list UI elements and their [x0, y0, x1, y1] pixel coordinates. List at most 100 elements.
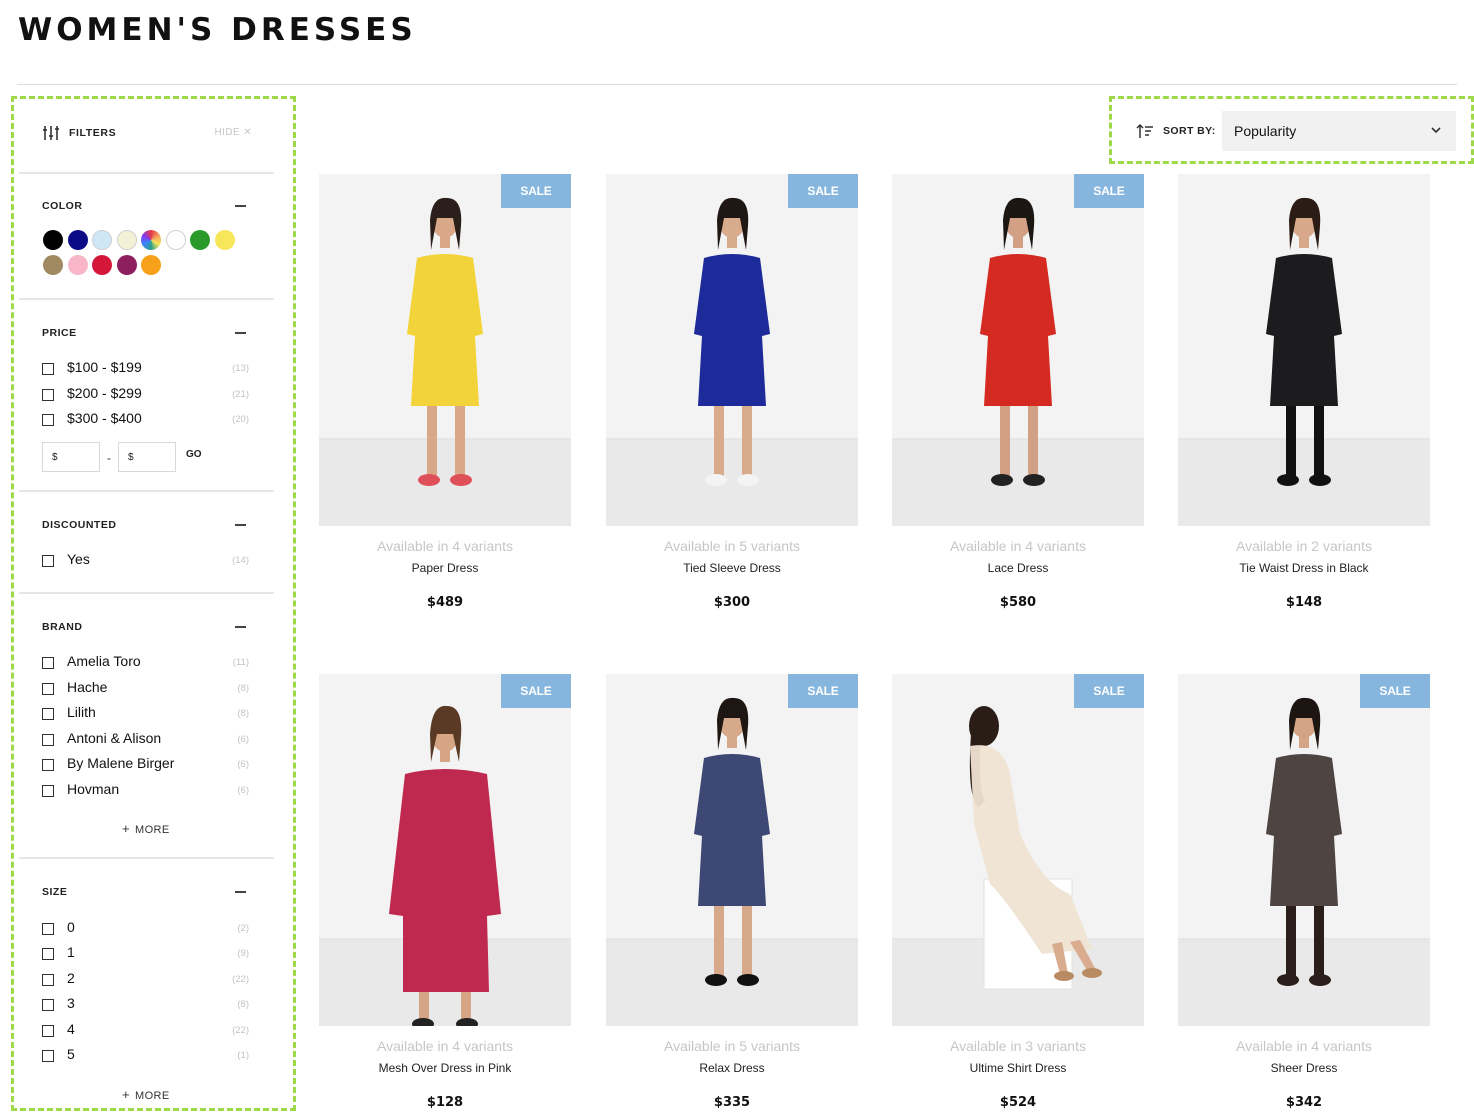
- checkbox[interactable]: [42, 785, 54, 797]
- product-variants: Available in 4 variants: [950, 538, 1086, 554]
- checkbox[interactable]: [42, 657, 54, 669]
- product-card[interactable]: SALE Available in 3 variants Ultime Shir…: [892, 674, 1144, 1114]
- product-name[interactable]: Ultime Shirt Dress: [892, 1061, 1144, 1075]
- product-name[interactable]: Sheer Dress: [1178, 1061, 1430, 1075]
- color-swatch[interactable]: [43, 255, 63, 275]
- more-brands-button[interactable]: + MORE: [122, 821, 170, 836]
- product-image[interactable]: [606, 174, 858, 526]
- product-price: $342: [1285, 1095, 1323, 1110]
- brand-option[interactable]: Hovman (6): [42, 781, 249, 799]
- size-option[interactable]: 0 (2): [42, 919, 249, 937]
- checkbox[interactable]: [42, 1050, 54, 1062]
- checkbox[interactable]: [42, 974, 54, 986]
- product-card[interactable]: SALE Available in 5 variants Relax Dress…: [606, 674, 858, 1114]
- collapse-price-icon[interactable]: [235, 332, 246, 334]
- color-swatch[interactable]: [141, 230, 161, 250]
- color-swatch[interactable]: [141, 255, 161, 275]
- product-name[interactable]: Mesh Over Dress in Pink: [319, 1061, 571, 1075]
- product-variants: Available in 5 variants: [664, 1038, 800, 1054]
- checkbox[interactable]: [42, 734, 54, 746]
- product-card[interactable]: SALE Available in 4 variants Sheer Dress…: [1178, 674, 1430, 1114]
- collapse-brand-icon[interactable]: [235, 626, 246, 628]
- sale-badge: SALE: [1074, 674, 1144, 708]
- checkbox[interactable]: [42, 363, 54, 375]
- size-option[interactable]: 3 (8): [42, 995, 249, 1013]
- product-name[interactable]: Relax Dress: [606, 1061, 858, 1075]
- brand-option-count: (6): [237, 759, 249, 770]
- product-image[interactable]: [892, 174, 1144, 526]
- brand-option[interactable]: Antoni & Alison (6): [42, 730, 249, 748]
- product-image[interactable]: [1178, 674, 1430, 1026]
- product-variants: Available in 2 variants: [1236, 538, 1372, 554]
- size-section-title: SIZE: [42, 886, 68, 898]
- color-swatch[interactable]: [116, 255, 137, 275]
- size-option[interactable]: 1 (9): [42, 944, 249, 962]
- product-card[interactable]: SALE Available in 4 variants Paper Dress…: [319, 174, 571, 614]
- product-card[interactable]: SALE Available in 4 variants Mesh Over D…: [319, 674, 571, 1114]
- brand-option[interactable]: Lilith (8): [42, 704, 249, 722]
- collapse-size-icon[interactable]: [235, 891, 246, 893]
- checkbox[interactable]: [42, 683, 54, 695]
- color-swatch[interactable]: [67, 255, 88, 275]
- color-swatch[interactable]: [214, 230, 235, 250]
- size-option[interactable]: 4 (22): [42, 1021, 249, 1039]
- size-option-count: (22): [232, 974, 249, 985]
- color-swatch[interactable]: [92, 230, 112, 250]
- product-image[interactable]: [892, 674, 1144, 1026]
- more-sizes-button[interactable]: + MORE: [122, 1087, 170, 1102]
- sort-select[interactable]: Popularity: [1222, 111, 1456, 151]
- size-option-label: 0: [67, 919, 75, 935]
- price-option[interactable]: $100 - $199 (13): [42, 359, 249, 377]
- collapse-discounted-icon[interactable]: [235, 524, 246, 526]
- color-swatch[interactable]: [116, 230, 137, 250]
- price-option-count: (20): [232, 414, 249, 425]
- brand-option[interactable]: By Malene Birger (6): [42, 755, 249, 773]
- filters-icon: [43, 126, 59, 140]
- min-price-input[interactable]: $: [42, 442, 100, 472]
- discounted-option[interactable]: Yes (14): [42, 551, 249, 569]
- checkbox[interactable]: [42, 389, 54, 401]
- product-name[interactable]: Tie Waist Dress in Black: [1178, 561, 1430, 575]
- hide-filters-button[interactable]: HIDE ✕: [215, 127, 252, 138]
- product-variants: Available in 3 variants: [950, 1038, 1086, 1054]
- color-swatch[interactable]: [43, 230, 63, 250]
- size-option[interactable]: 5 (1): [42, 1046, 249, 1064]
- checkbox[interactable]: [42, 414, 54, 426]
- product-name[interactable]: Tied Sleeve Dress: [606, 561, 858, 575]
- go-button[interactable]: GO: [186, 449, 202, 460]
- checkbox[interactable]: [42, 999, 54, 1011]
- product-card[interactable]: SALE Available in 4 variants Lace Dress …: [892, 174, 1144, 614]
- product-image[interactable]: [606, 674, 858, 1026]
- checkbox[interactable]: [42, 555, 54, 567]
- price-option-label: $300 - $400: [67, 410, 142, 426]
- color-swatch[interactable]: [190, 230, 210, 250]
- collapse-color-icon[interactable]: [235, 205, 246, 207]
- product-name[interactable]: Lace Dress: [892, 561, 1144, 575]
- brand-option[interactable]: Hache (8): [42, 679, 249, 697]
- checkbox[interactable]: [42, 923, 54, 935]
- brand-option-count: (8): [237, 708, 249, 719]
- product-price: $335: [713, 1095, 751, 1110]
- price-option[interactable]: $200 - $299 (21): [42, 385, 249, 403]
- size-option[interactable]: 2 (22): [42, 970, 249, 988]
- sort-bar: SORT BY: Popularity: [1109, 96, 1474, 164]
- product-card[interactable]: Available in 2 variants Tie Waist Dress …: [1178, 174, 1430, 614]
- checkbox[interactable]: [42, 948, 54, 960]
- product-name[interactable]: Paper Dress: [319, 561, 571, 575]
- brand-option[interactable]: Amelia Toro (11): [42, 653, 249, 671]
- product-card[interactable]: SALE Available in 5 variants Tied Sleeve…: [606, 174, 858, 614]
- color-swatch[interactable]: [67, 230, 88, 250]
- color-swatch[interactable]: [92, 255, 112, 275]
- max-price-input[interactable]: $: [118, 442, 176, 472]
- color-swatch[interactable]: [165, 230, 186, 250]
- sort-icon: [1136, 123, 1153, 138]
- section-divider: [19, 490, 274, 492]
- product-image[interactable]: [1178, 174, 1430, 526]
- checkbox[interactable]: [42, 1025, 54, 1037]
- product-image[interactable]: [319, 674, 571, 1026]
- checkbox[interactable]: [42, 708, 54, 720]
- checkbox[interactable]: [42, 759, 54, 771]
- price-option-count: (13): [232, 363, 249, 374]
- product-image[interactable]: [319, 174, 571, 526]
- price-option[interactable]: $300 - $400 (20): [42, 410, 249, 428]
